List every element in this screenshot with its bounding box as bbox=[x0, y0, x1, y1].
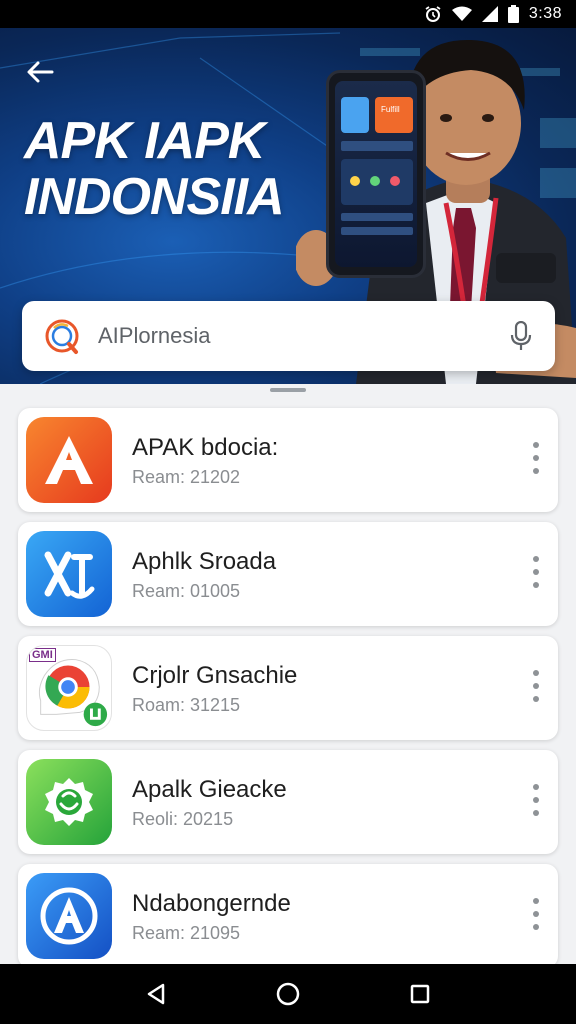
letter-a-orange-icon bbox=[26, 417, 112, 503]
drag-handle[interactable] bbox=[270, 388, 306, 392]
system-navigation-bar bbox=[0, 964, 576, 1024]
green-chat-icon bbox=[26, 759, 112, 845]
x-app-blue-icon bbox=[26, 531, 112, 617]
nav-recents-icon bbox=[410, 984, 430, 1004]
app-meta: Ream: 21202 bbox=[132, 466, 241, 487]
search-logo-icon bbox=[45, 319, 79, 354]
nav-home-icon bbox=[276, 982, 300, 1006]
nav-back-icon bbox=[147, 983, 165, 1005]
app-name: APAK bdocia: bbox=[132, 433, 279, 461]
app-meta: Reoli: 20215 bbox=[132, 808, 234, 829]
chrome-chat-icon: GMI bbox=[26, 645, 112, 731]
app-list-sheet: APAK bdocia: Ream: 21202 Aphlk Sroada Re… bbox=[0, 384, 576, 968]
app-meta: Roam: 31215 bbox=[132, 694, 241, 715]
signal-icon bbox=[481, 6, 498, 22]
app-badge: GMI bbox=[29, 648, 56, 662]
overflow-menu-icon[interactable] bbox=[528, 894, 544, 934]
search-bar[interactable]: AIPlornesia bbox=[22, 301, 555, 371]
list-item[interactable]: GMI Crjolr Gnsachie Roam: 31215 bbox=[18, 636, 558, 740]
app-meta: Ream: 21095 bbox=[132, 922, 241, 943]
letter-a-blue-icon bbox=[26, 873, 112, 959]
list-item[interactable]: Ndabongernde Ream: 21095 bbox=[18, 864, 558, 968]
app-meta: Ream: 01005 bbox=[132, 580, 241, 601]
battery-icon bbox=[507, 5, 519, 23]
arrow-left-icon bbox=[27, 61, 54, 83]
overflow-menu-icon[interactable] bbox=[528, 438, 544, 478]
nav-home-button[interactable] bbox=[268, 974, 308, 1014]
hero-banner: Fulfill APK IAPK INDONSIIA AIPlornesia bbox=[0, 28, 576, 384]
hero-phone-mockup: Fulfill bbox=[326, 70, 426, 278]
app-name: Aphlk Sroada bbox=[132, 547, 277, 575]
status-time: 3:38 bbox=[528, 5, 562, 22]
list-item[interactable]: Apalk Gieacke Reoli: 20215 bbox=[18, 750, 558, 854]
microphone-icon bbox=[510, 321, 532, 350]
phone-screen-label: Fulfill bbox=[381, 105, 400, 114]
app-name: Crjolr Gnsachie bbox=[132, 661, 298, 689]
overflow-menu-icon[interactable] bbox=[528, 666, 544, 706]
list-item[interactable]: APAK bdocia: Ream: 21202 bbox=[18, 408, 558, 512]
hero-title-line2: INDONSIIA bbox=[24, 168, 285, 226]
hero-title: APK IAPK INDONSIIA bbox=[24, 112, 285, 226]
overflow-menu-icon[interactable] bbox=[528, 552, 544, 592]
status-bar: 3:38 bbox=[0, 0, 576, 28]
nav-back-button[interactable] bbox=[136, 974, 176, 1014]
app-name: Apalk Gieacke bbox=[132, 775, 287, 803]
back-button[interactable] bbox=[22, 56, 58, 88]
nav-recents-button[interactable] bbox=[400, 974, 440, 1014]
app-name: Ndabongernde bbox=[132, 889, 291, 917]
search-input[interactable]: AIPlornesia bbox=[98, 323, 507, 349]
alarm-icon bbox=[424, 5, 442, 23]
voice-search-button[interactable] bbox=[507, 319, 535, 353]
app-list: APAK bdocia: Ream: 21202 Aphlk Sroada Re… bbox=[18, 408, 558, 978]
wifi-icon bbox=[451, 6, 472, 22]
overflow-menu-icon[interactable] bbox=[528, 780, 544, 820]
phone-screen: 3:38 Fulfill APK IAPK INDONSIIA AIPlorne… bbox=[0, 0, 576, 1024]
hero-title-line1: APK IAPK bbox=[24, 112, 265, 170]
list-item[interactable]: Aphlk Sroada Ream: 01005 bbox=[18, 522, 558, 626]
